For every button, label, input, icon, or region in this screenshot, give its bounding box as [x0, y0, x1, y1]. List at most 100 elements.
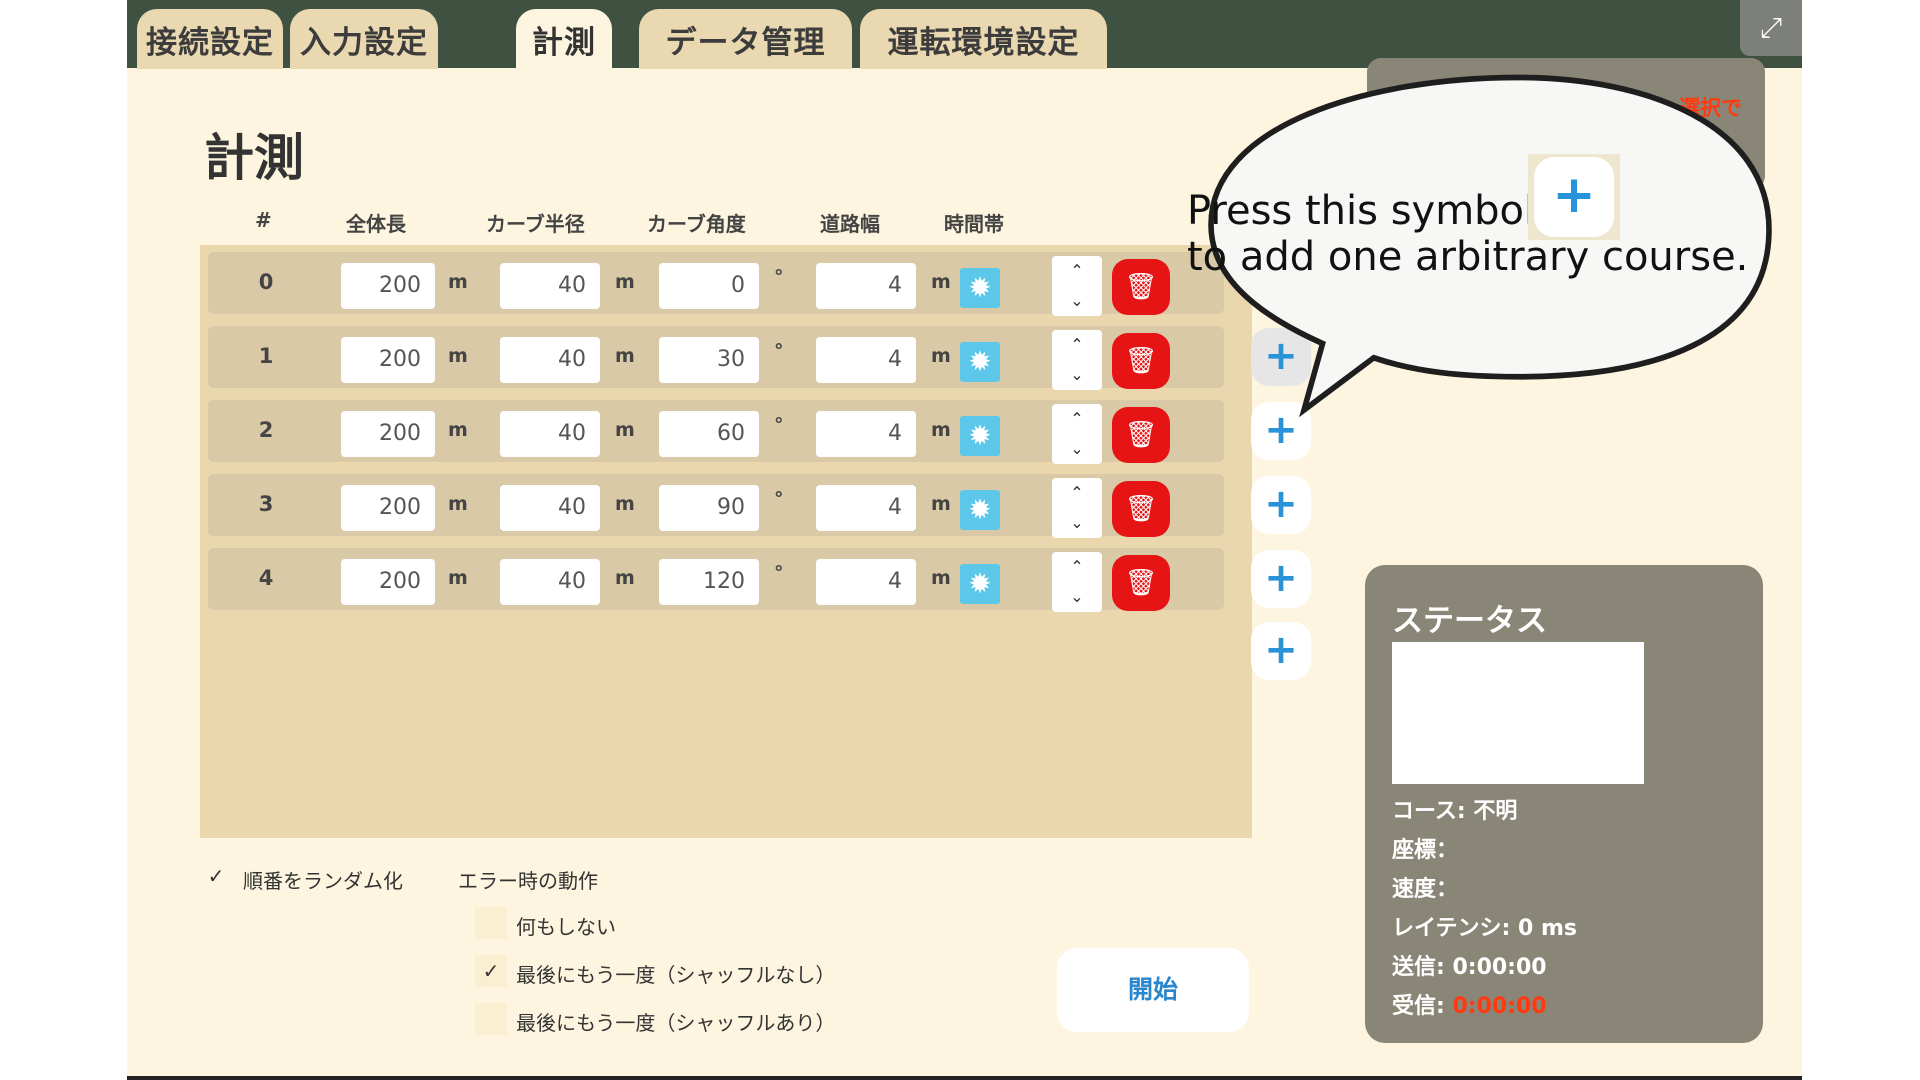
course-table: 0 200 m 40 m 0 ° 4 m ✹ ⌃ ⌄ 🗑 1 200 m 40 m…: [200, 245, 1311, 838]
length-input[interactable]: 200: [341, 559, 435, 605]
chevron-down-icon[interactable]: ⌄: [1052, 286, 1102, 316]
sun-gear-icon[interactable]: ✹: [960, 564, 1000, 604]
status-preview: [1392, 642, 1644, 784]
road-width-input[interactable]: 4: [816, 263, 916, 309]
radius-input[interactable]: 40: [500, 485, 600, 531]
reorder-stepper[interactable]: ⌃ ⌄: [1052, 330, 1102, 390]
angle-input[interactable]: 30: [659, 337, 759, 383]
length-input[interactable]: 200: [341, 411, 435, 457]
unit-m: m: [448, 493, 468, 515]
header-time-of-day: 時間帯: [944, 212, 1004, 236]
sun-gear-icon[interactable]: ✹: [960, 268, 1000, 308]
status-title: ステータス: [1392, 603, 1547, 639]
header-length: 全体長: [346, 212, 406, 236]
error-option-retry-no-shuffle-checkbox[interactable]: ✓: [475, 955, 507, 987]
angle-input[interactable]: 0: [659, 263, 759, 309]
table-row: 2 200 m 40 m 60 ° 4 m ✹ ⌃ ⌄ 🗑 +: [208, 400, 1311, 464]
status-panel: ステータス コース: 不明 座標： 速度： レイテンシ: 0 ms 送信: 0:…: [1365, 565, 1763, 1043]
table-row: 3 200 m 40 m 90 ° 4 m ✹ ⌃ ⌄ 🗑 +: [208, 474, 1311, 538]
road-width-input[interactable]: 4: [816, 411, 916, 457]
table-row: 4 200 m 40 m 120 ° 4 m ✹ ⌃ ⌄ 🗑 +: [208, 548, 1311, 612]
tab-data-management[interactable]: データ管理: [639, 9, 852, 69]
tab-connection[interactable]: 接続設定: [137, 9, 283, 69]
radius-input[interactable]: 40: [500, 411, 600, 457]
page-title: 計測: [204, 129, 304, 187]
expand-icon[interactable]: ⤢: [1740, 0, 1802, 56]
unit-m: m: [448, 419, 468, 441]
status-latency: レイテンシ: 0 ms: [1392, 916, 1578, 941]
unit-degree: °: [774, 340, 784, 362]
radius-input[interactable]: 40: [500, 559, 600, 605]
row-number: 2: [258, 418, 274, 442]
trash-icon[interactable]: 🗑: [1112, 481, 1170, 537]
insert-course-button[interactable]: +: [1251, 550, 1311, 608]
header-angle: カーブ角度: [647, 212, 746, 236]
chevron-down-icon[interactable]: ⌄: [1052, 508, 1102, 538]
radius-input[interactable]: 40: [500, 263, 600, 309]
table-row: 1 200 m 40 m 30 ° 4 m ✹ ⌃ ⌄ 🗑 +: [208, 326, 1311, 390]
chevron-down-icon[interactable]: ⌄: [1052, 434, 1102, 464]
chevron-down-icon[interactable]: ⌄: [1052, 582, 1102, 612]
road-width-input[interactable]: 4: [816, 559, 916, 605]
reorder-stepper[interactable]: ⌃ ⌄: [1052, 256, 1102, 316]
header-road-width: 道路幅: [820, 212, 880, 236]
unit-m: m: [615, 567, 635, 589]
tab-input[interactable]: 入力設定: [290, 9, 438, 69]
sun-gear-icon[interactable]: ✹: [960, 490, 1000, 530]
randomize-checkbox[interactable]: ✓: [200, 860, 232, 892]
error-option-nothing-checkbox[interactable]: [475, 907, 507, 939]
chevron-up-icon[interactable]: ⌃: [1052, 404, 1102, 434]
status-received: 受信: 0:00:00: [1392, 994, 1547, 1019]
length-input[interactable]: 200: [341, 263, 435, 309]
start-button[interactable]: 開始: [1057, 948, 1249, 1032]
length-input[interactable]: 200: [341, 485, 435, 531]
tooltip-line-1: Press this symbol: [1187, 188, 1536, 234]
tooltip-text: Press this symbol to add one arbitrary c…: [1187, 188, 1748, 280]
unit-m: m: [448, 567, 468, 589]
reorder-stepper[interactable]: ⌃ ⌄: [1052, 478, 1102, 538]
radius-input[interactable]: 40: [500, 337, 600, 383]
row-number: 3: [258, 492, 274, 516]
error-option-retry-no-shuffle-label: 最後にもう一度（シャッフルなし）: [516, 963, 836, 987]
chevron-up-icon[interactable]: ⌃: [1052, 552, 1102, 582]
angle-input[interactable]: 60: [659, 411, 759, 457]
status-sent: 送信: 0:00:00: [1392, 955, 1547, 980]
sun-gear-icon[interactable]: ✹: [960, 342, 1000, 382]
error-option-retry-shuffle-checkbox[interactable]: [475, 1003, 507, 1035]
unit-m: m: [615, 271, 635, 293]
unit-degree: °: [774, 414, 784, 436]
road-width-input[interactable]: 4: [816, 337, 916, 383]
road-width-input[interactable]: 4: [816, 485, 916, 531]
unit-m: m: [931, 567, 951, 589]
chevron-up-icon[interactable]: ⌃: [1052, 478, 1102, 508]
header-radius: カーブ半径: [486, 212, 585, 236]
header-number: #: [255, 208, 272, 232]
tab-measure[interactable]: 計測: [516, 9, 612, 69]
tab-driving-environment[interactable]: 運転環境設定: [860, 9, 1107, 69]
unit-degree: °: [774, 266, 784, 288]
tooltip-line-2: to add one arbitrary course.: [1187, 234, 1749, 280]
status-coords: 座標：: [1392, 838, 1459, 863]
insert-course-button[interactable]: +: [1251, 476, 1311, 534]
status-course: コース: 不明: [1392, 799, 1518, 824]
unit-m: m: [615, 419, 635, 441]
reorder-stepper[interactable]: ⌃ ⌄: [1052, 404, 1102, 464]
chevron-down-icon[interactable]: ⌄: [1052, 360, 1102, 390]
unit-m: m: [931, 345, 951, 367]
status-received-value: 0:00:00: [1452, 994, 1547, 1019]
length-input[interactable]: 200: [341, 337, 435, 383]
unit-m: m: [931, 271, 951, 293]
reorder-stepper[interactable]: ⌃ ⌄: [1052, 552, 1102, 612]
row-number: 1: [258, 344, 274, 368]
add-course-button[interactable]: +: [1251, 622, 1311, 680]
unit-degree: °: [774, 488, 784, 510]
sun-gear-icon[interactable]: ✹: [960, 416, 1000, 456]
status-speed: 速度：: [1392, 877, 1459, 902]
chevron-up-icon[interactable]: ⌃: [1052, 256, 1102, 286]
angle-input[interactable]: 120: [659, 559, 759, 605]
trash-icon[interactable]: 🗑: [1112, 555, 1170, 611]
angle-input[interactable]: 90: [659, 485, 759, 531]
chevron-up-icon[interactable]: ⌃: [1052, 330, 1102, 360]
error-action-label: エラー時の動作: [458, 869, 598, 893]
unit-m: m: [615, 345, 635, 367]
